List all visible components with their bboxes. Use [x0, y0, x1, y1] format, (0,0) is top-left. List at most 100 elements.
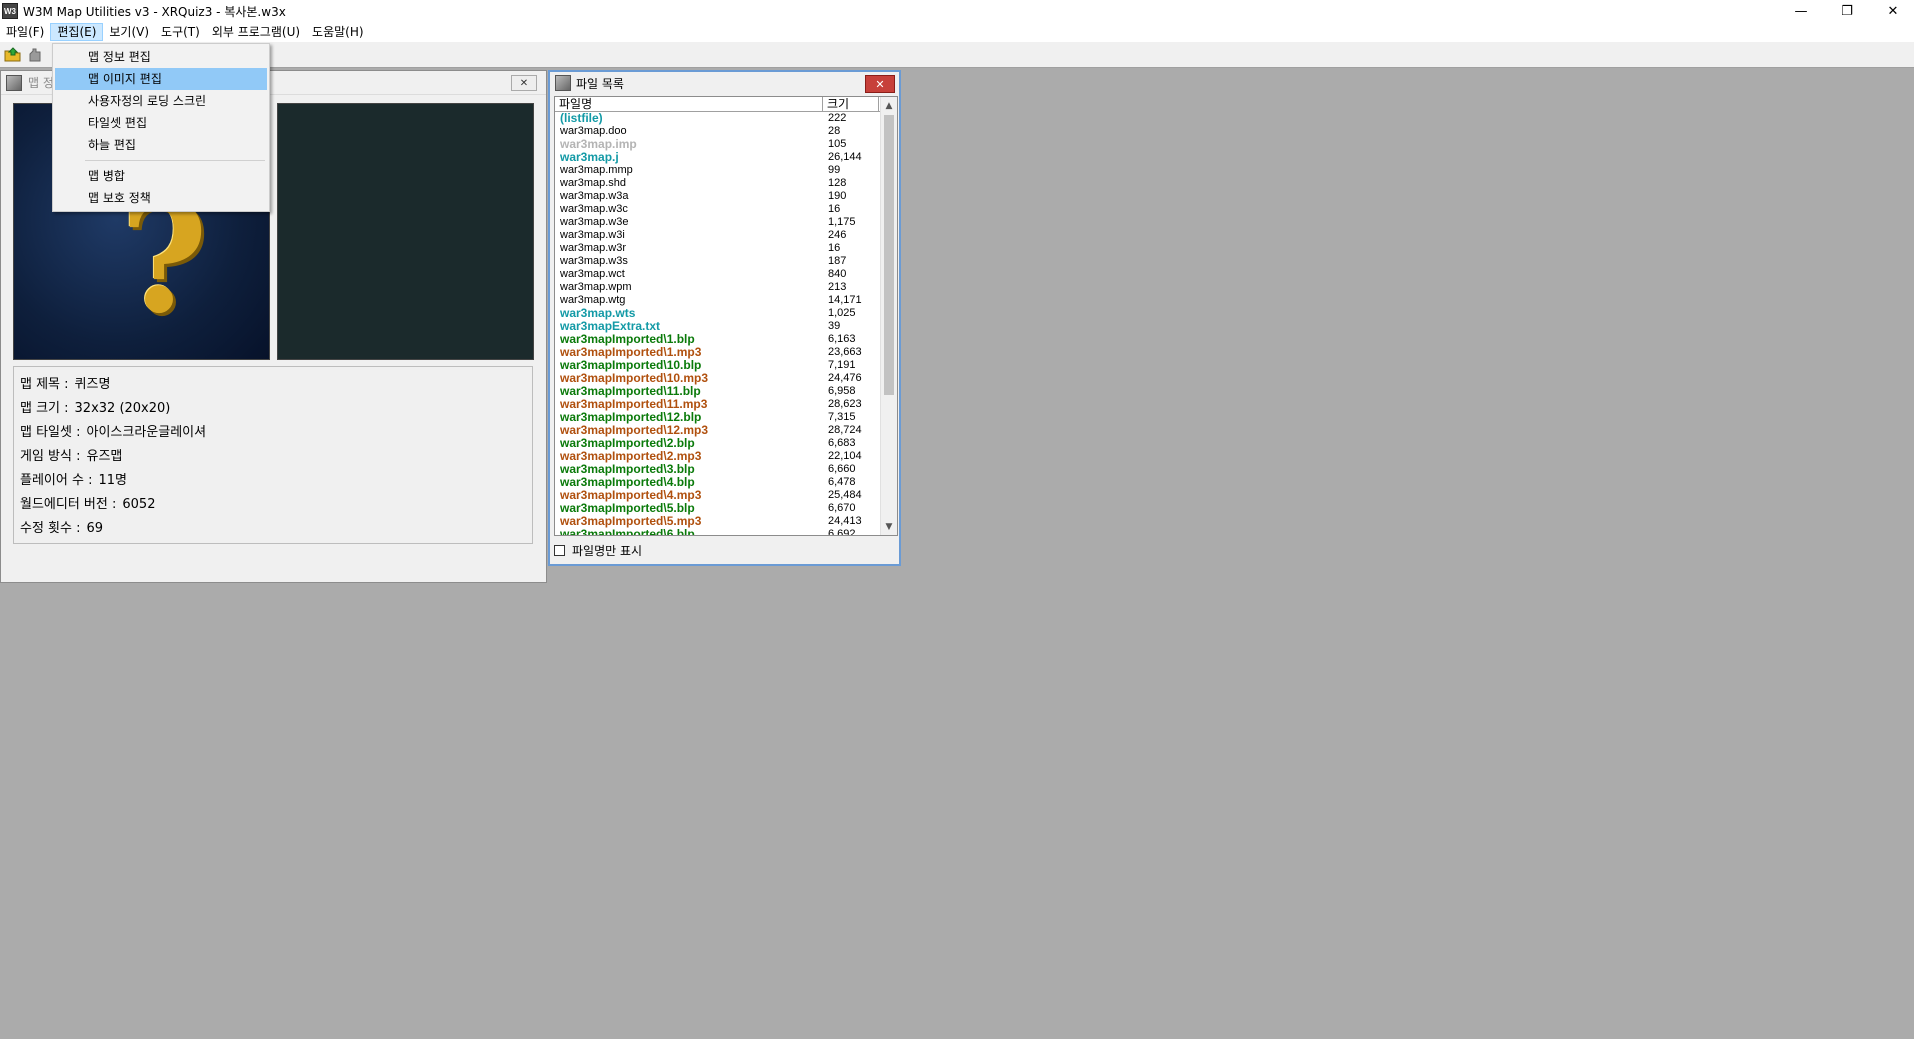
table-row[interactable]: war3mapImported\4.mp3 25,484 — [555, 489, 897, 502]
map-window-icon — [6, 74, 22, 91]
file-name-cell: war3map.shd — [560, 177, 627, 189]
table-row[interactable]: war3map.wts 1,025 — [555, 307, 897, 320]
table-row[interactable]: war3map.wpm 213 — [555, 281, 897, 294]
file-size-cell: 246 — [828, 229, 847, 241]
file-size-cell: 6,478 — [828, 476, 856, 488]
table-row[interactable]: war3map.wtg 14,171 — [555, 294, 897, 307]
restore-button[interactable]: ❐ — [1824, 0, 1870, 22]
table-row[interactable]: war3mapImported\6.blp 6,692 — [555, 528, 897, 535]
table-row[interactable]: war3map.w3c 16 — [555, 203, 897, 216]
open-button[interactable] — [2, 44, 24, 66]
menu-tools[interactable]: 도구(T) — [155, 23, 206, 41]
table-row[interactable]: war3mapImported\4.blp 6,478 — [555, 476, 897, 489]
menu-external-programs[interactable]: 외부 프로그램(U) — [206, 23, 306, 41]
file-size-cell: 6,670 — [828, 502, 856, 514]
table-row[interactable]: war3mapImported\11.blp 6,958 — [555, 385, 897, 398]
table-row[interactable]: war3mapImported\2.blp 6,683 — [555, 437, 897, 450]
table-row[interactable]: war3map.mmp 99 — [555, 164, 897, 177]
table-row[interactable]: war3mapImported\10.blp 7,191 — [555, 359, 897, 372]
table-row[interactable]: war3mapImported\5.blp 6,670 — [555, 502, 897, 515]
table-row[interactable]: war3map.w3r 16 — [555, 242, 897, 255]
menu-file[interactable]: 파일(F) — [0, 23, 50, 41]
file-list-title: 파일 목록 — [576, 76, 624, 91]
table-row[interactable]: war3map.w3e 1,175 — [555, 216, 897, 229]
menu-help[interactable]: 도움말(H) — [306, 23, 370, 41]
menu-bar: 파일(F) 편집(E) 보기(V) 도구(T) 외부 프로그램(U) 도움말(H… — [0, 22, 1914, 42]
file-size-cell: 6,163 — [828, 333, 856, 345]
table-row[interactable]: (listfile) 222 — [555, 112, 897, 125]
table-row[interactable]: war3mapImported\5.mp3 24,413 — [555, 515, 897, 528]
map-info-title: 맵 정 — [28, 76, 54, 90]
edit-dropdown-menu: 맵 정보 편집 맵 이미지 편집 사용자정의 로딩 스크린 타일셋 편집 하늘 … — [52, 43, 270, 212]
info-map-size: 맵 크기 :32x32 (20x20) — [20, 401, 171, 416]
table-row[interactable]: war3mapImported\10.mp3 24,476 — [555, 372, 897, 385]
column-header-size[interactable]: 크기 — [823, 97, 879, 111]
table-row[interactable]: war3mapImported\1.blp 6,163 — [555, 333, 897, 346]
menu-item-map-protection[interactable]: 맵 보호 정책 — [55, 187, 267, 209]
file-name-cell: war3mapImported\11.blp — [560, 385, 701, 398]
file-name-cell: war3map.j — [560, 151, 619, 164]
tool-button[interactable] — [24, 44, 46, 66]
table-row[interactable]: war3map.shd 128 — [555, 177, 897, 190]
minimize-button[interactable]: — — [1778, 0, 1824, 22]
close-icon: ✕ — [875, 77, 885, 91]
window-title: W3M Map Utilities v3 - XRQuiz3 - 복사본.w3x — [23, 4, 286, 19]
filename-only-checkbox[interactable] — [554, 545, 565, 556]
menu-item-merge-map[interactable]: 맵 병합 — [55, 165, 267, 187]
file-name-cell: war3mapImported\5.mp3 — [560, 515, 702, 528]
table-row[interactable]: war3map.doo 28 — [555, 125, 897, 138]
file-name-cell: war3mapImported\4.blp — [560, 476, 695, 489]
table-row[interactable]: war3map.w3a 190 — [555, 190, 897, 203]
file-size-cell: 23,663 — [828, 346, 862, 358]
file-name-cell: war3map.wct — [560, 268, 625, 280]
table-row[interactable]: war3map.j 26,144 — [555, 151, 897, 164]
map-info-close-button[interactable]: ✕ — [511, 75, 537, 91]
file-size-cell: 213 — [828, 281, 847, 293]
scroll-thumb[interactable] — [884, 115, 894, 395]
file-name-cell: war3mapImported\1.mp3 — [560, 346, 702, 359]
file-size-cell: 6,958 — [828, 385, 856, 397]
table-row[interactable]: war3map.wct 840 — [555, 268, 897, 281]
file-listview[interactable]: 파일명 크기 (listfile) 222 war3map.doo 28 war3map… — [554, 96, 898, 536]
filename-only-checkbox-row[interactable]: 파일명만 표시 — [554, 542, 642, 559]
info-editor-version: 월드에디터 버전 :6052 — [20, 497, 156, 512]
open-folder-icon — [4, 46, 21, 61]
table-row[interactable]: war3map.w3i 246 — [555, 229, 897, 242]
table-row[interactable]: war3mapImported\3.blp 6,660 — [555, 463, 897, 476]
file-list-window-icon — [555, 75, 571, 91]
file-size-cell: 14,171 — [828, 294, 862, 306]
menu-item-edit-tileset[interactable]: 타일셋 편집 — [55, 112, 267, 134]
close-button[interactable]: ✕ — [1870, 0, 1914, 22]
table-row[interactable]: war3mapImported\2.mp3 22,104 — [555, 450, 897, 463]
close-icon: ✕ — [1887, 3, 1899, 19]
file-size-cell: 28 — [828, 125, 841, 137]
menu-item-custom-loading-screen[interactable]: 사용자정의 로딩 스크린 — [55, 90, 267, 112]
file-list-close-button[interactable]: ✕ — [865, 75, 895, 93]
menu-item-edit-map-info[interactable]: 맵 정보 편집 — [55, 46, 267, 68]
scroll-down-icon[interactable]: ▼ — [881, 518, 897, 535]
scroll-up-icon[interactable]: ▲ — [881, 97, 897, 114]
table-row[interactable]: war3mapExtra.txt 39 — [555, 320, 897, 333]
list-header: 파일명 크기 — [555, 97, 897, 112]
menu-edit[interactable]: 편집(E) — [50, 23, 104, 41]
column-header-filename[interactable]: 파일명 — [555, 97, 823, 111]
table-row[interactable]: war3mapImported\12.blp 7,315 — [555, 411, 897, 424]
file-name-cell: war3mapImported\2.blp — [560, 437, 695, 450]
file-name-cell: war3map.w3s — [560, 255, 628, 267]
menu-item-edit-sky[interactable]: 하늘 편집 — [55, 134, 267, 156]
hand-icon — [29, 48, 41, 61]
file-size-cell: 99 — [828, 164, 841, 176]
app-icon: W3 — [2, 3, 18, 19]
vertical-scrollbar[interactable]: ▲ ▼ — [880, 97, 897, 535]
table-row[interactable]: war3mapImported\11.mp3 28,623 — [555, 398, 897, 411]
menu-item-edit-map-image[interactable]: 맵 이미지 편집 — [55, 68, 267, 90]
file-name-cell: war3mapImported\1.blp — [560, 333, 695, 346]
file-name-cell: war3map.imp — [560, 138, 637, 151]
table-row[interactable]: war3map.w3s 187 — [555, 255, 897, 268]
title-bar: W3 W3M Map Utilities v3 - XRQuiz3 - 복사본.… — [0, 0, 1914, 22]
table-row[interactable]: war3mapImported\12.mp3 28,724 — [555, 424, 897, 437]
file-size-cell: 26,144 — [828, 151, 862, 163]
table-row[interactable]: war3map.imp 105 — [555, 138, 897, 151]
table-row[interactable]: war3mapImported\1.mp3 23,663 — [555, 346, 897, 359]
menu-view[interactable]: 보기(V) — [103, 23, 155, 41]
